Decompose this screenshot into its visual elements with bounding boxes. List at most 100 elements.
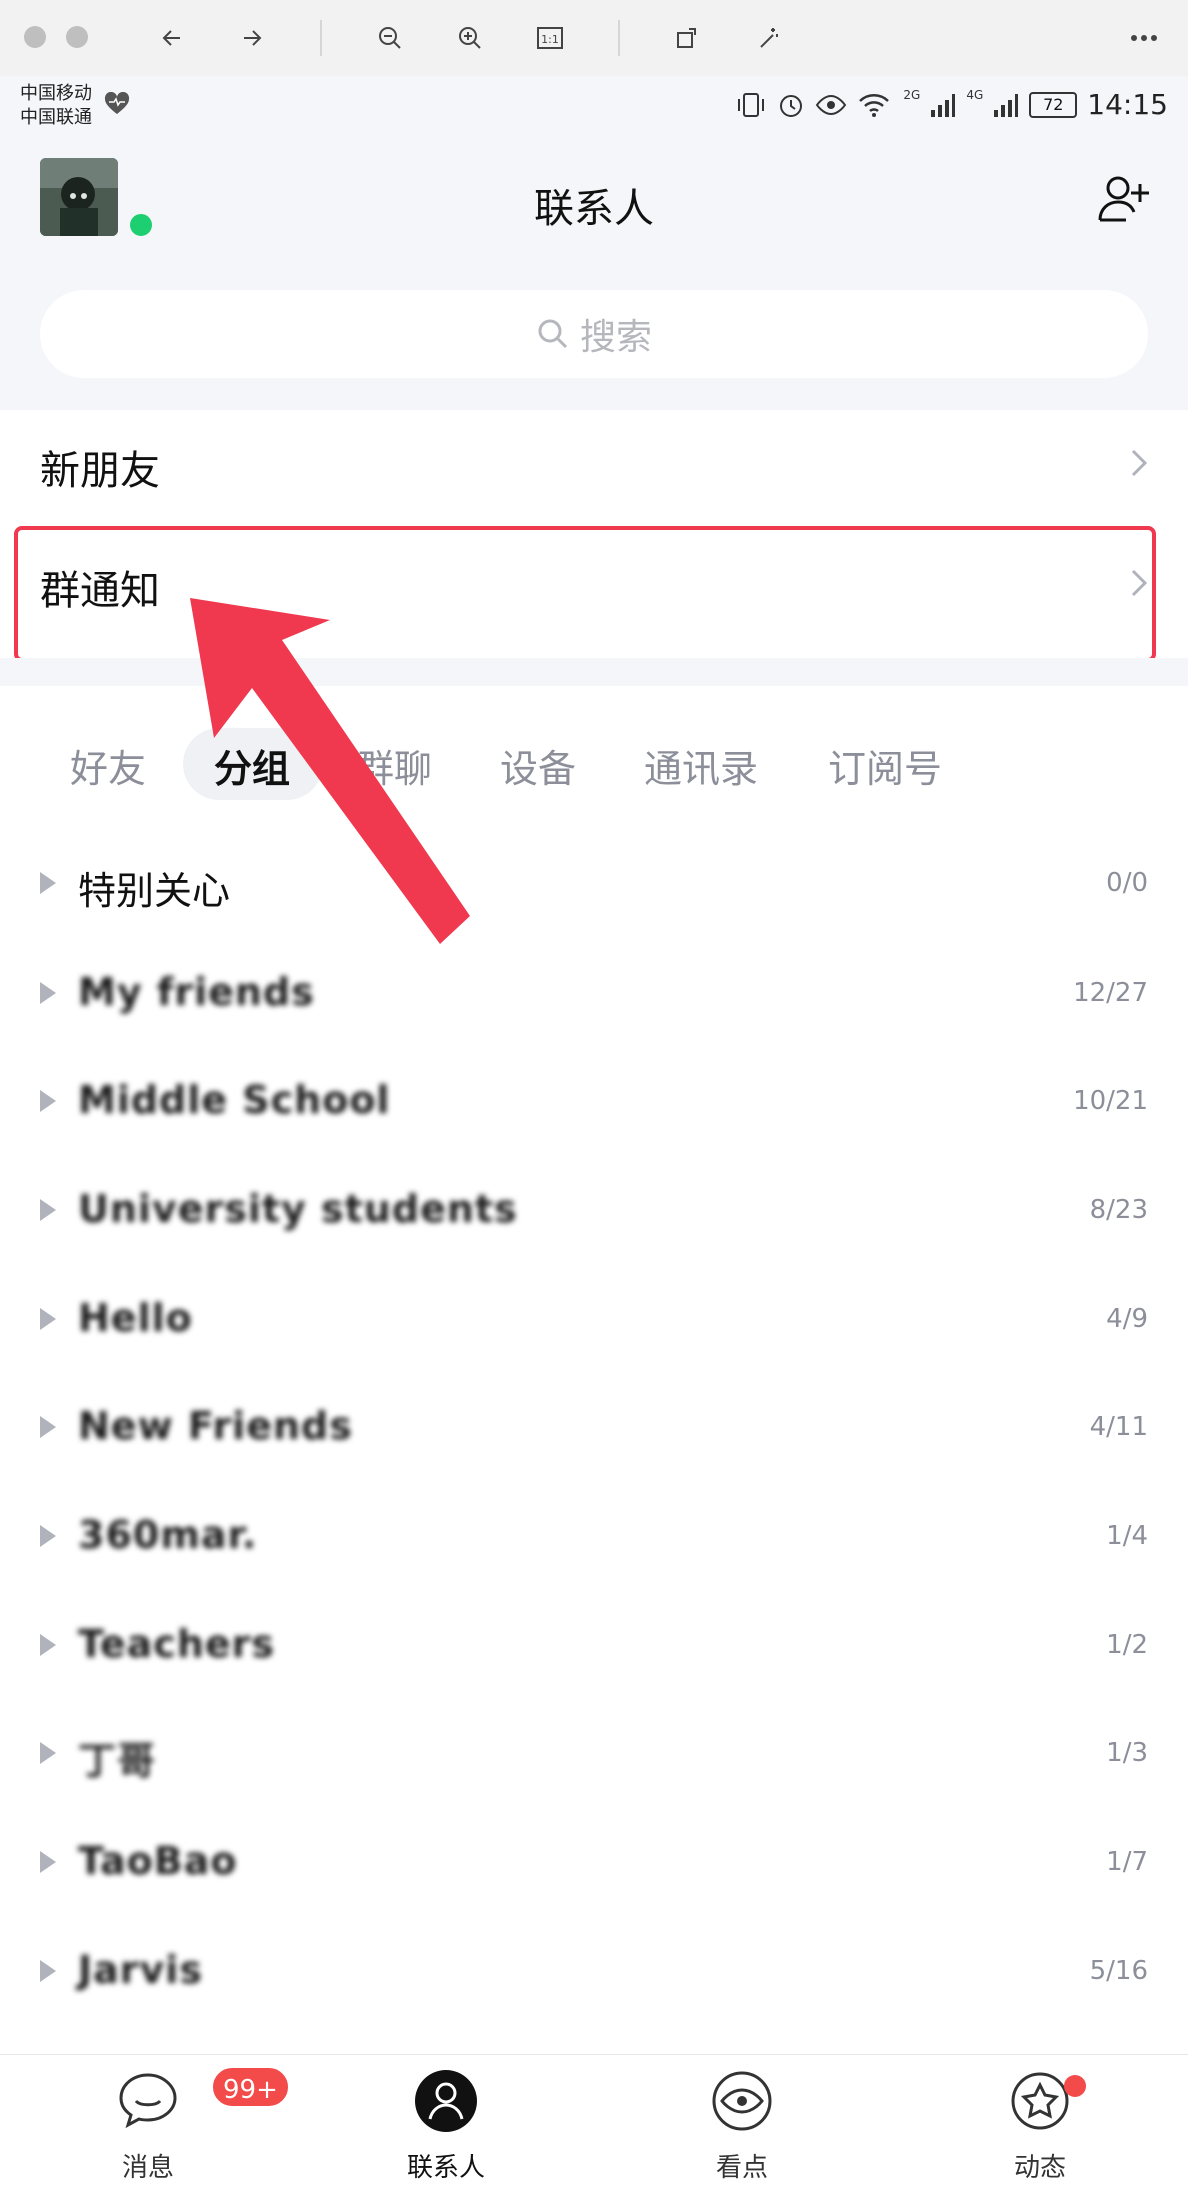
forward-arrow-icon[interactable] — [232, 18, 272, 58]
expand-arrow-icon — [40, 1416, 56, 1438]
expand-arrow-icon — [40, 1090, 56, 1112]
group-name: 丁哥 — [78, 1739, 157, 1783]
bottom-nav: 99+ 消息 联系人 看点 动态 — [0, 2054, 1188, 2189]
tab-address-book[interactable]: 通讯录 — [644, 738, 758, 793]
tab-friends[interactable]: 好友 — [70, 738, 146, 793]
group-name: University students — [78, 1187, 518, 1231]
contacts-header: 联系人 搜索 — [0, 136, 1188, 410]
group-count: 0/0 — [1106, 868, 1148, 898]
expand-arrow-icon — [40, 1634, 56, 1656]
vibrate-icon — [738, 92, 765, 117]
group-name: 360mar. — [78, 1513, 258, 1557]
chat-bubble-icon — [119, 2073, 177, 2129]
signal-1-type: 2G — [903, 87, 921, 102]
group-row[interactable]: 丁哥 1/3 — [0, 1716, 1188, 1794]
group-row[interactable]: Hello 4/9 — [0, 1282, 1188, 1360]
expand-arrow-icon — [40, 982, 56, 1004]
zoom-in-icon[interactable] — [450, 18, 490, 58]
group-name: New Friends — [78, 1404, 353, 1448]
nav-contacts[interactable]: 联系人 — [346, 2055, 546, 2189]
nav-discover-label: 看点 — [715, 2153, 768, 2183]
group-name: Jarvis — [78, 1948, 203, 1992]
group-row[interactable]: My friends 12/27 — [0, 956, 1188, 1034]
nav-discover[interactable]: 看点 — [642, 2055, 842, 2189]
new-friends-label: 新朋友 — [40, 448, 160, 494]
group-count: 1/7 — [1106, 1847, 1148, 1877]
tab-groups[interactable]: 分组 — [214, 738, 290, 793]
group-count: 4/9 — [1106, 1304, 1148, 1334]
tab-subscriptions[interactable]: 订阅号 — [828, 738, 942, 793]
expand-arrow-icon — [40, 1525, 56, 1547]
close-window-icon[interactable] — [24, 26, 46, 48]
group-count: 1/3 — [1106, 1738, 1148, 1768]
status-bar: 中国移动 中国联通 2G 4G 72 14:15 — [0, 76, 1188, 136]
viewer-toolbar: 1:1 — [0, 0, 1188, 77]
expand-arrow-icon — [40, 1742, 56, 1764]
group-row[interactable]: Jarvis 5/16 — [0, 1934, 1188, 2012]
nav-messages[interactable]: 99+ 消息 — [48, 2055, 291, 2189]
search-icon — [538, 319, 568, 349]
group-row[interactable]: 360mar. 1/4 — [0, 1499, 1188, 1577]
group-name: Teachers — [78, 1622, 275, 1666]
clock: 14:15 — [1087, 88, 1168, 121]
group-name: Hello — [78, 1296, 193, 1340]
expand-arrow-icon — [40, 1199, 56, 1221]
contacts-person-icon — [415, 2070, 477, 2132]
signal-2-type: 4G — [966, 87, 984, 102]
group-row[interactable]: Middle School 10/21 — [0, 1064, 1188, 1142]
group-count: 1/4 — [1106, 1521, 1148, 1551]
group-row[interactable]: TaoBao 1/7 — [0, 1825, 1188, 1903]
unread-badge: 99+ — [210, 2065, 291, 2109]
carrier-1-label: 中国移动 — [20, 83, 92, 104]
expand-arrow-icon — [40, 1960, 56, 1982]
group-count: 4/11 — [1089, 1412, 1148, 1442]
group-name: My friends — [78, 970, 315, 1014]
group-name: Middle School — [78, 1078, 391, 1122]
expand-arrow-icon — [40, 872, 56, 894]
magic-wand-icon[interactable] — [748, 18, 788, 58]
group-count: 5/16 — [1089, 1956, 1148, 1986]
signal-2-icon — [994, 93, 1019, 117]
star-circle-icon — [1011, 2072, 1069, 2130]
signal-1-icon — [931, 93, 956, 117]
heart-health-icon — [104, 91, 130, 120]
group-count: 12/27 — [1073, 978, 1148, 1008]
actual-size-icon[interactable]: 1:1 — [530, 18, 570, 58]
group-name: TaoBao — [78, 1839, 238, 1883]
status-icons: 2G 4G 72 14:15 — [735, 88, 1168, 121]
new-friends-row[interactable]: 新朋友 — [0, 410, 1188, 520]
more-menu-icon[interactable] — [1124, 18, 1164, 58]
minimize-window-icon[interactable] — [66, 26, 88, 48]
tab-group-chats[interactable]: 群聊 — [356, 738, 432, 793]
group-row[interactable]: Teachers 1/2 — [0, 1608, 1188, 1686]
nav-moments-label: 动态 — [1013, 2153, 1066, 2183]
carrier-2-label: 中国联通 — [20, 107, 92, 128]
add-contact-icon[interactable] — [1094, 170, 1154, 230]
back-arrow-icon[interactable] — [152, 18, 192, 58]
group-row[interactable]: 特别关心 0/0 — [0, 846, 1188, 924]
tab-devices[interactable]: 设备 — [500, 738, 576, 793]
svg-text:1:1: 1:1 — [541, 33, 559, 46]
contact-tabs: 好友 分组 群聊 设备 通讯录 订阅号 — [0, 720, 1188, 810]
page-title: 联系人 — [534, 186, 654, 232]
group-count: 8/23 — [1089, 1195, 1148, 1225]
nav-messages-label: 消息 — [121, 2153, 174, 2183]
group-row[interactable]: University students 8/23 — [0, 1173, 1188, 1251]
search-placeholder: 搜索 — [579, 317, 652, 358]
chevron-right-icon — [1131, 449, 1148, 477]
nav-moments[interactable]: 动态 — [940, 2055, 1140, 2189]
section-divider — [0, 658, 1188, 686]
group-count: 1/2 — [1106, 1630, 1148, 1660]
eye-icon — [816, 94, 847, 115]
wifi-icon — [859, 93, 890, 117]
group-row[interactable]: New Friends 4/11 — [0, 1390, 1188, 1468]
highlight-box — [14, 526, 1156, 662]
rotate-icon[interactable] — [668, 18, 708, 58]
expand-arrow-icon — [40, 1308, 56, 1330]
nav-contacts-label: 联系人 — [406, 2153, 485, 2183]
alarm-icon — [780, 94, 803, 117]
expand-arrow-icon — [40, 1851, 56, 1873]
search-bar[interactable]: 搜索 — [40, 290, 1148, 378]
battery-indicator: 72 — [1029, 91, 1078, 118]
zoom-out-icon[interactable] — [370, 18, 410, 58]
